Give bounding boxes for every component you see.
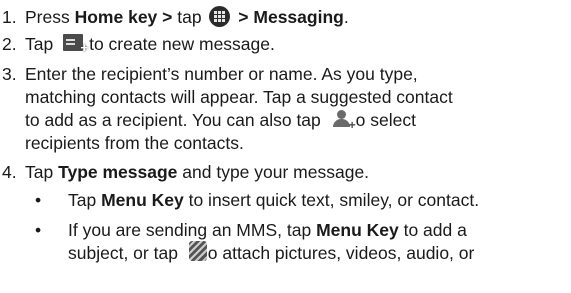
step-text-mid: tap	[172, 7, 207, 27]
apps-grid-icon	[209, 5, 231, 27]
bullet-text: Tap Menu Key to insert quick text, smile…	[68, 189, 479, 212]
bullet-dot: •	[35, 220, 42, 240]
step-text: Press Home key > tap > Messaging.	[25, 5, 349, 29]
attach-icon	[188, 241, 207, 262]
step-text: Tap + to create new message.	[25, 33, 275, 56]
bullet-text-line-1: If you are sending an MMS, tap Menu Key …	[68, 219, 467, 242]
step-text-post: and type your message.	[177, 162, 370, 182]
step-text-line-3-pre: to add as a recipient. You can also tap	[25, 110, 326, 130]
bullet-text-post: to add a	[398, 220, 467, 240]
step-text-pre: Press	[25, 7, 75, 27]
step-text-line-3: to add as a recipient. You can also tap …	[25, 109, 416, 132]
step-text-pre: Tap	[25, 34, 59, 54]
messaging-label: > Messaging	[233, 7, 344, 27]
type-message-label: Type message	[58, 162, 178, 182]
step-text-line-4: recipients from the contacts.	[25, 133, 244, 153]
step-number: 1.	[2, 7, 17, 27]
step-number: 2.	[2, 34, 17, 54]
step-text-pre: Tap	[25, 162, 59, 182]
step-number: 4.	[2, 162, 17, 182]
new-message-icon: +	[63, 33, 88, 54]
bullet-text-line-2-pre: subject, or tap	[68, 243, 183, 263]
menu-key-label: Menu Key	[101, 190, 184, 210]
bullet-text-line-2-post: o attach pictures, videos, audio, or	[207, 243, 475, 263]
add-contact-icon: +	[332, 110, 356, 131]
bullet-text-pre: Tap	[68, 190, 102, 210]
bullet-text-pre: If you are sending an MMS, tap	[68, 220, 317, 240]
bullet-text-line-2: subject, or tap o attach pictures, video…	[68, 241, 475, 265]
instructions-page: 1. Press Home key > tap > Messaging. 2. …	[0, 0, 571, 293]
step-number: 3.	[2, 64, 17, 84]
menu-key-label: Menu Key	[316, 220, 399, 240]
step-text-post: .	[343, 7, 349, 27]
bullet-text-post: to insert quick text, smiley, or contact…	[183, 190, 480, 210]
bullet-dot: •	[35, 190, 42, 210]
step-text-line-2: matching contacts will appear. Tap a sug…	[25, 87, 453, 107]
step-text-line-1: Enter the recipient’s number or name. As…	[25, 64, 418, 84]
step-text: Tap Type message and type your message.	[25, 161, 369, 184]
home-key-label: Home key >	[74, 7, 173, 27]
step-text-line-3-post: o select	[355, 110, 416, 130]
step-text-post: to create new message.	[89, 34, 275, 54]
